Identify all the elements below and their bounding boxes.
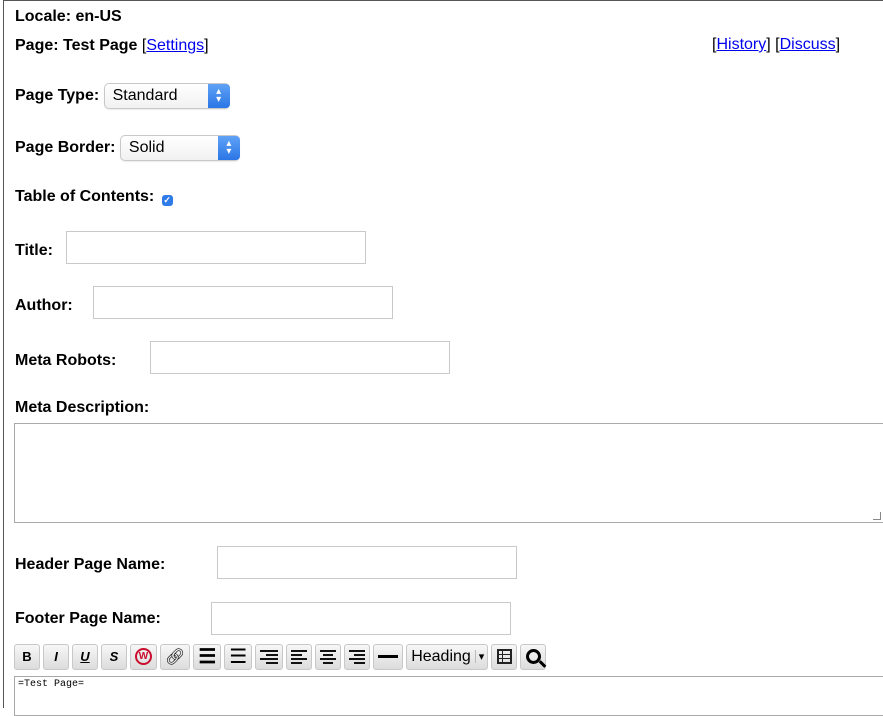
align-right-icon bbox=[349, 649, 366, 664]
page-border-value: Solid bbox=[128, 139, 165, 156]
header-page-label: Header Page Name: bbox=[15, 556, 166, 573]
resize-grip-icon[interactable] bbox=[873, 512, 881, 520]
align-right-button[interactable] bbox=[344, 643, 371, 670]
editor-content: =Test Page= bbox=[18, 679, 85, 690]
page-type-label: Page Type: bbox=[15, 87, 100, 105]
locale-line: Locale: en-US bbox=[15, 8, 122, 26]
page-label: Page: bbox=[15, 37, 59, 54]
indent-button[interactable] bbox=[255, 643, 284, 670]
underline-button[interactable]: U bbox=[72, 643, 98, 670]
author-label: Author: bbox=[15, 297, 73, 314]
locale-label: Locale: bbox=[15, 8, 72, 25]
page-border-label: Page Border: bbox=[15, 139, 116, 157]
title-input[interactable] bbox=[66, 231, 366, 264]
footer-page-label: Footer Page Name: bbox=[15, 610, 161, 627]
search-button[interactable] bbox=[520, 643, 547, 670]
header-page-input[interactable] bbox=[217, 546, 517, 579]
discuss-link[interactable]: Discuss bbox=[780, 36, 836, 53]
bullet-list-icon: ☰ bbox=[198, 645, 217, 668]
history-link[interactable]: History bbox=[716, 36, 766, 53]
meta-description-label: Meta Description: bbox=[15, 399, 150, 416]
page-line: Page: Test Page [Settings] bbox=[15, 37, 209, 54]
bold-icon: B bbox=[22, 649, 32, 664]
locale-value: en-US bbox=[75, 8, 122, 25]
table-icon bbox=[496, 649, 512, 664]
strikethrough-icon: S bbox=[109, 649, 119, 664]
meta-description-textarea[interactable] bbox=[14, 423, 883, 523]
bold-button[interactable]: B bbox=[14, 643, 40, 670]
footer-page-input[interactable] bbox=[211, 602, 511, 635]
link-icon: 🔗︎ bbox=[165, 648, 186, 666]
numbered-list-icon: ☰ bbox=[229, 645, 248, 668]
page-border-select[interactable]: Solid ▴ ▾ bbox=[119, 135, 240, 161]
wiki-editor[interactable]: =Test Page= bbox=[14, 676, 883, 716]
wikipedia-link-icon: W bbox=[135, 648, 152, 665]
chevron-down-icon: ▾ bbox=[474, 650, 488, 663]
toc-row: Table of Contents: ✓ bbox=[15, 188, 173, 206]
meta-robots-input[interactable] bbox=[150, 341, 450, 374]
settings-link[interactable]: Settings bbox=[146, 37, 204, 54]
indent-icon bbox=[260, 649, 279, 664]
link-button[interactable]: 🔗︎ bbox=[160, 643, 191, 670]
table-button[interactable] bbox=[491, 643, 518, 670]
page-value: Test Page bbox=[63, 37, 138, 54]
align-center-icon bbox=[320, 649, 337, 664]
select-arrows-icon: ▴ ▾ bbox=[217, 136, 240, 160]
editor-toolbar: B I U S W 🔗︎ ☰ ☰ Heading ▾ bbox=[14, 642, 549, 671]
toc-label: Table of Contents: bbox=[15, 188, 155, 205]
underline-icon: U bbox=[80, 649, 90, 664]
page-type-value: Standard bbox=[112, 87, 178, 104]
search-icon bbox=[525, 649, 541, 664]
top-links: [History] [Discuss] bbox=[712, 36, 841, 53]
page-border-row: Page Border: Solid ▴ ▾ bbox=[15, 135, 240, 161]
horizontal-rule-icon bbox=[378, 655, 399, 658]
horizontal-rule-button[interactable] bbox=[373, 643, 404, 670]
align-left-button[interactable] bbox=[286, 643, 313, 670]
toc-checkbox[interactable]: ✓ bbox=[161, 195, 173, 206]
page-type-select[interactable]: Standard ▴ ▾ bbox=[103, 83, 230, 109]
page-type-row: Page Type: Standard ▴ ▾ bbox=[15, 83, 230, 109]
title-label: Title: bbox=[15, 242, 53, 259]
bullet-list-button[interactable]: ☰ bbox=[193, 643, 222, 670]
author-input[interactable] bbox=[93, 286, 393, 319]
select-arrows-icon: ▴ ▾ bbox=[207, 84, 230, 108]
numbered-list-button[interactable]: ☰ bbox=[224, 643, 253, 670]
heading-label: Heading bbox=[411, 647, 471, 665]
italic-icon: I bbox=[54, 649, 58, 664]
heading-select[interactable]: Heading ▾ bbox=[406, 643, 489, 670]
strikethrough-button[interactable]: S bbox=[101, 643, 127, 670]
align-center-button[interactable] bbox=[315, 643, 342, 670]
italic-button[interactable]: I bbox=[43, 643, 69, 670]
wikipedia-link-button[interactable]: W bbox=[130, 643, 157, 670]
meta-robots-label: Meta Robots: bbox=[15, 352, 117, 369]
align-left-icon bbox=[291, 649, 308, 664]
